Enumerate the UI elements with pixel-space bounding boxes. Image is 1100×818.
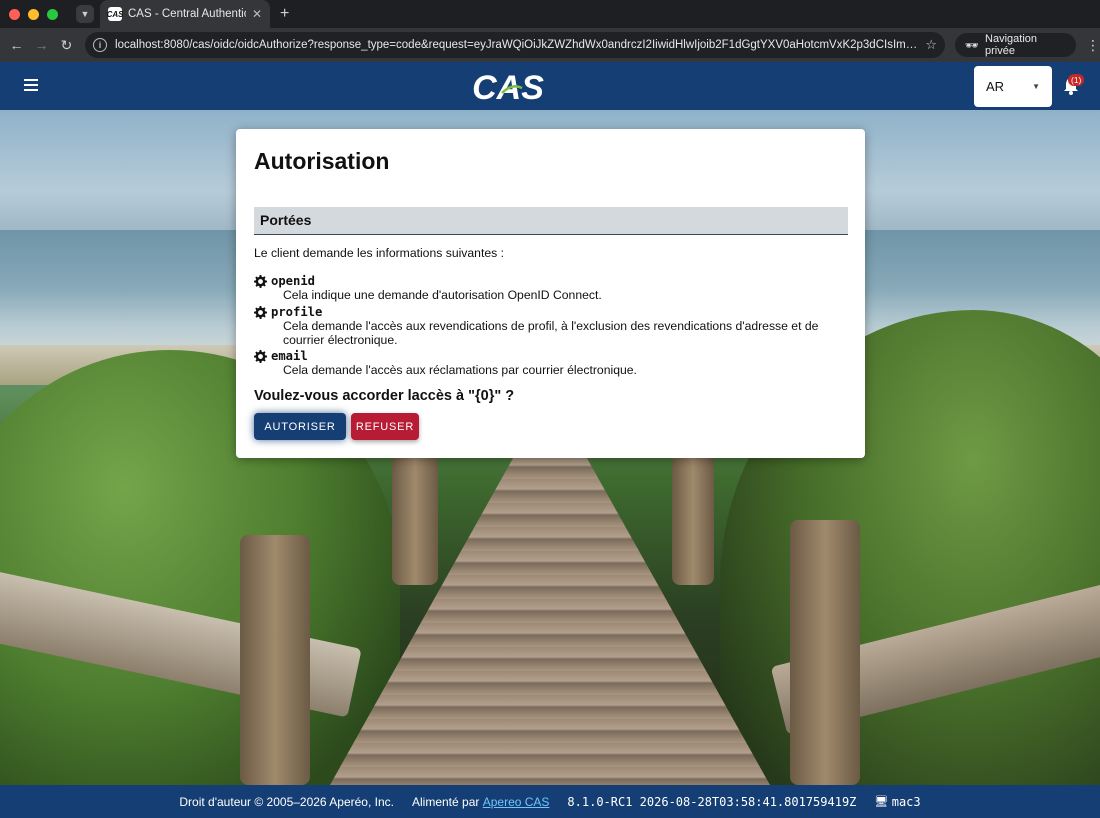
url-text: localhost:8080/cas/oidc/oidcAuthorize?re… — [115, 39, 918, 51]
powered-by-text: Alimenté par — [412, 794, 480, 809]
info-icon[interactable]: i — [93, 38, 108, 52]
caret-down-icon: ▼ — [1032, 82, 1040, 91]
close-window-button[interactable] — [9, 8, 20, 20]
incognito-icon: 🕶 — [965, 39, 980, 52]
version-text: 8.1.0-RC1 2026-08-28T03:58:41.801759419Z — [567, 794, 857, 809]
scopes-heading: Portées — [254, 207, 848, 235]
maximize-window-button[interactable] — [47, 8, 58, 20]
authorize-button[interactable]: AUTORISER — [254, 413, 346, 440]
incognito-indicator[interactable]: 🕶 Navigation privée — [955, 33, 1077, 57]
cas-favicon-icon: CAS — [107, 7, 123, 21]
post-mid-right — [672, 455, 714, 585]
scope-description: Cela indique une demande d'autorisation … — [283, 288, 602, 302]
notification-badge: (1) — [1068, 74, 1085, 86]
browser-toolbar: ← → ↻ i localhost:8080/cas/oidc/oidcAuth… — [0, 28, 1100, 62]
gear-icon — [254, 349, 267, 363]
bookmark-star-icon[interactable]: ☆ — [925, 37, 937, 53]
scope-item-openid: openid Cela indique une demande d'autori… — [254, 274, 854, 302]
browser-tab[interactable]: CAS CAS - Central Authentication ✕ — [100, 0, 270, 28]
host-name: mac3 — [891, 794, 921, 809]
language-value: AR — [986, 79, 1005, 94]
scope-name: profile — [271, 305, 323, 319]
close-icon[interactable]: ✕ — [252, 7, 262, 21]
more-vertical-icon: ⋮ — [1086, 36, 1100, 53]
scope-description: Cela demande l'accès aux revendications … — [283, 319, 819, 347]
chevron-down-icon: ▼ — [80, 9, 90, 19]
logo-text: CAS — [472, 69, 544, 104]
post-mid-left — [392, 455, 438, 585]
back-button[interactable]: ← — [4, 37, 29, 53]
app-header: CAS AR ▼ — [0, 62, 1100, 110]
deny-button[interactable]: REFUSER — [351, 413, 419, 440]
cas-logo: CAS — [472, 69, 544, 104]
browser-titlebar: ▼ CAS CAS - Central Authentication ✕ + — [0, 0, 1100, 28]
plus-icon: + — [280, 5, 290, 22]
scope-name: email — [271, 349, 308, 363]
gear-icon — [254, 274, 267, 288]
scope-name: openid — [271, 274, 316, 288]
hamburger-menu-icon[interactable] — [24, 79, 38, 91]
browser-menu-button[interactable]: ⋮ — [1086, 37, 1100, 54]
minimize-window-button[interactable] — [28, 8, 39, 20]
arrow-right-icon: → — [34, 37, 49, 53]
arrow-left-icon: ← — [9, 37, 24, 53]
post-right — [790, 520, 860, 785]
scope-description: Cela demande l'accès aux réclamations pa… — [283, 363, 637, 377]
scope-item-email: email Cela demande l'accès aux réclamati… — [254, 349, 854, 377]
copyright-text: Droit d'auteur © 2005–2026 Aperéo, Inc. — [179, 794, 394, 809]
authorization-card: Autorisation Portées Le client demande l… — [236, 129, 865, 458]
tab-search-button[interactable]: ▼ — [76, 5, 94, 23]
apereo-cas-link[interactable]: Apereo CAS — [483, 795, 550, 809]
host-icon: 🖥 — [874, 796, 889, 808]
scope-item-profile: profile Cela demande l'accès aux revendi… — [254, 305, 854, 347]
post-left — [240, 535, 310, 785]
page-title: Autorisation — [254, 148, 390, 174]
new-tab-button[interactable]: + — [280, 5, 289, 23]
reload-icon: ↻ — [60, 36, 73, 53]
forward-button[interactable]: → — [29, 37, 54, 53]
footer: Droit d'auteur © 2005–2026 Aperéo, Inc. … — [0, 785, 1100, 818]
address-bar[interactable]: i localhost:8080/cas/oidc/oidcAuthorize?… — [85, 32, 946, 58]
tab-title: CAS - Central Authentication — [128, 8, 246, 20]
gear-icon — [254, 305, 267, 319]
language-select[interactable]: AR ▼ — [974, 66, 1052, 107]
window-controls — [9, 8, 58, 20]
scopes-intro: Le client demande les informations suiva… — [254, 246, 504, 260]
incognito-label: Navigation privée — [985, 33, 1037, 57]
reload-button[interactable]: ↻ — [54, 37, 79, 54]
consent-question: Voulez-vous accorder laccès à "{0}" ? — [254, 388, 515, 404]
